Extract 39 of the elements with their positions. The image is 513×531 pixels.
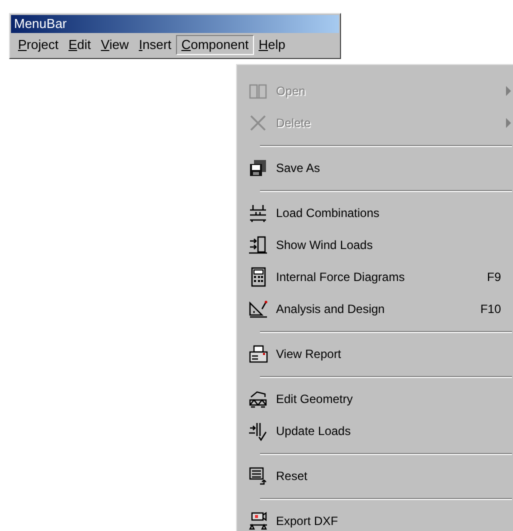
menu-item-label: Reset xyxy=(276,468,308,485)
drafting-triangle-icon xyxy=(248,299,268,319)
menu-item-label: Update Loads xyxy=(276,423,352,440)
window-title: MenuBar xyxy=(11,15,339,33)
menu-bar-item[interactable]: Component xyxy=(176,35,254,55)
menu-bar-item[interactable]: Edit xyxy=(63,35,96,55)
cross-icon xyxy=(248,113,268,133)
menu-bar-item[interactable]: Project xyxy=(13,35,64,55)
menu-item-label: Delete xyxy=(276,115,312,132)
menu-item[interactable]: Load Combinations xyxy=(240,197,513,229)
floppy-disks-icon xyxy=(248,158,268,178)
menu-item[interactable]: Export DXF xyxy=(240,505,513,531)
wind-load-icon xyxy=(248,235,268,255)
menu-item[interactable]: Reset xyxy=(240,460,513,492)
menu-bar-item[interactable]: Insert xyxy=(134,35,176,55)
beam-loads-icon xyxy=(248,203,268,223)
menu-item[interactable]: Edit Geometry xyxy=(240,383,513,415)
load-check-icon xyxy=(248,421,268,441)
menu-item-label: Edit Geometry xyxy=(276,391,354,408)
menu-item[interactable]: Update Loads xyxy=(240,415,513,447)
menu-item[interactable]: Internal Force Diagrams F9 xyxy=(240,261,513,293)
shortcut-label: F10 xyxy=(480,301,501,318)
menu-bar-item[interactable]: Help xyxy=(254,35,290,55)
truss-icon xyxy=(248,389,268,409)
menu-bar-item[interactable]: View xyxy=(96,35,134,55)
menu-item[interactable]: Analysis and Design F10 xyxy=(240,293,513,325)
menu-item-label: Load Combinations xyxy=(276,205,380,222)
menu-item-label: View Report xyxy=(276,346,342,363)
menu-item-label: Show Wind Loads xyxy=(276,237,374,254)
menu-item[interactable]: Save As xyxy=(240,152,513,184)
menu-item-label: Open xyxy=(276,83,306,100)
menu-item[interactable]: Show Wind Loads xyxy=(240,229,513,261)
menu-item-label: Analysis and Design xyxy=(276,301,386,318)
printer-icon xyxy=(248,344,268,364)
shortcut-label: F9 xyxy=(486,269,501,286)
menu-item-label: Internal Force Diagrams xyxy=(276,269,406,286)
menu-item-label: Save As xyxy=(276,160,322,177)
menu-item-label: Export DXF xyxy=(276,513,340,530)
menu-item[interactable]: View Report xyxy=(240,338,513,370)
